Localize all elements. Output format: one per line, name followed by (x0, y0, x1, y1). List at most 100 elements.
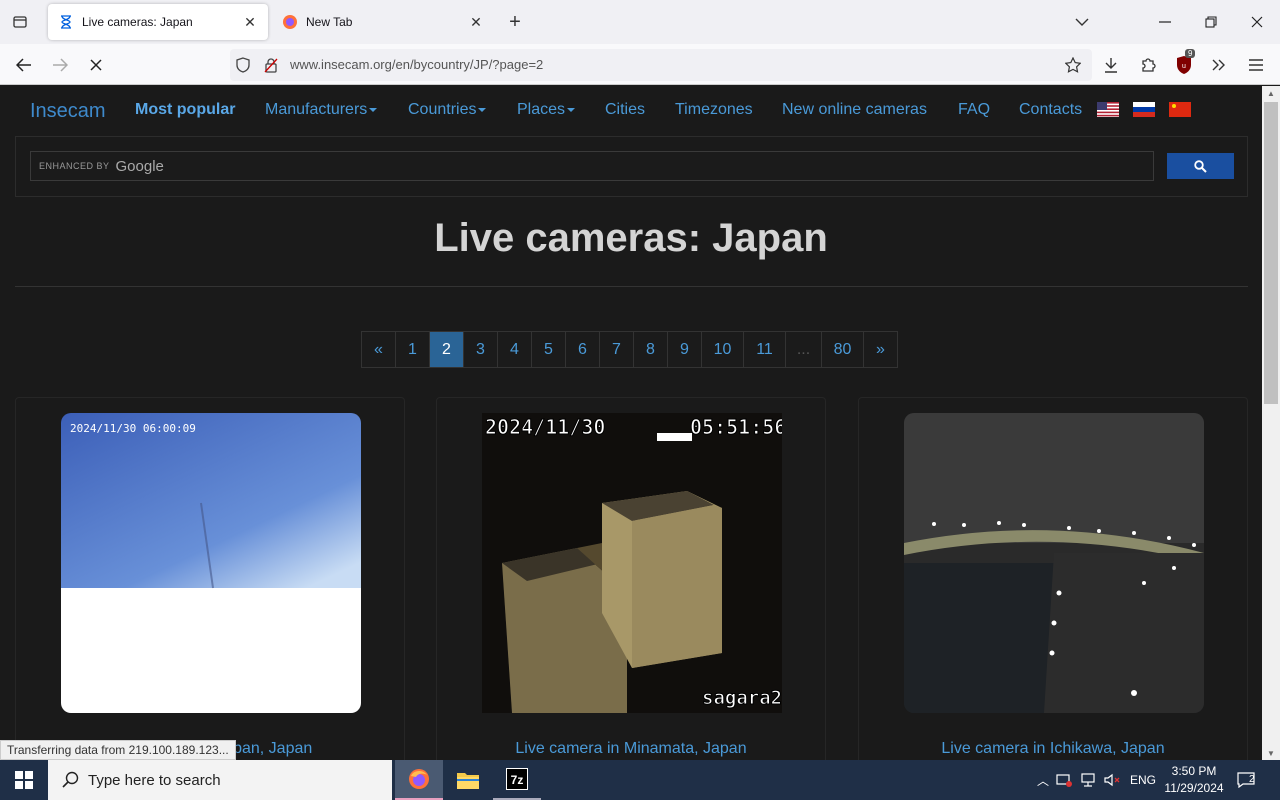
camera-thumbnail[interactable]: 2024/11/30 05:51:56 sagara2 (482, 413, 782, 713)
search-icon (1194, 159, 1207, 173)
back-arrow-icon[interactable] (10, 52, 38, 78)
taskbar-search-box[interactable]: Type here to search (48, 760, 392, 800)
divider (15, 286, 1248, 287)
close-tab-icon[interactable]: ✕ (468, 14, 484, 30)
page-5[interactable]: 5 (532, 331, 566, 368)
camera-thumbnail[interactable]: 2024/11/30 06:00:09 (61, 413, 361, 713)
firefox-icon (409, 769, 429, 789)
page-2-active[interactable]: 2 (430, 331, 464, 368)
windows-taskbar: Type here to search 7z ︿ ENG 3:50 PM 11/… (0, 760, 1280, 800)
restore-icon[interactable] (1197, 8, 1225, 36)
camera-card: Live camera in Ichikawa, Japan (858, 397, 1248, 760)
tab-new-tab[interactable]: New Tab ✕ (272, 4, 494, 40)
overflow-chevrons-icon[interactable] (1208, 54, 1230, 76)
close-tab-icon[interactable]: ✕ (242, 14, 258, 30)
scroll-down-arrow-icon[interactable]: ▼ (1262, 746, 1280, 760)
start-button[interactable] (0, 760, 48, 800)
page-title: Live cameras: Japan (434, 216, 828, 260)
url-text: www.insecam.org/en/bycountry/JP/?page=2 (290, 57, 544, 72)
camera-thumbnail[interactable] (904, 413, 1204, 713)
russia-flag-icon[interactable] (1133, 102, 1155, 117)
notification-count: 2 (1249, 774, 1255, 785)
page-11[interactable]: 11 (744, 331, 786, 368)
nav-manufacturers[interactable]: Manufacturers (265, 101, 378, 119)
firefox-icon (282, 14, 298, 30)
page-7[interactable]: 7 (600, 331, 634, 368)
page-80[interactable]: 80 (822, 331, 864, 368)
page-4[interactable]: 4 (498, 331, 532, 368)
enhanced-by-label: ENHANCED BY (39, 161, 110, 171)
downloads-icon[interactable] (1100, 54, 1122, 76)
close-window-icon[interactable] (1243, 8, 1271, 36)
nav-cities[interactable]: Cities (605, 101, 645, 119)
nav-new-online-cameras[interactable]: New online cameras (782, 101, 927, 119)
svg-text:u: u (1182, 63, 1186, 70)
scroll-up-arrow-icon[interactable]: ▲ (1262, 86, 1280, 100)
notification-center-icon[interactable]: 2 (1226, 772, 1266, 788)
taskbar-firefox[interactable] (395, 760, 443, 800)
taskbar-7zip[interactable]: 7z (493, 760, 541, 800)
insecure-lock-icon[interactable] (262, 56, 280, 74)
extensions-puzzle-icon[interactable] (1137, 54, 1159, 76)
clock-time: 3:50 PM (1171, 764, 1217, 778)
forward-arrow-icon[interactable] (46, 52, 74, 78)
search-button[interactable] (1167, 153, 1234, 179)
tab-title: Live cameras: Japan (82, 15, 193, 29)
page-6[interactable]: 6 (566, 331, 600, 368)
url-bar[interactable]: www.insecam.org/en/bycountry/JP/?page=2 (230, 49, 1092, 81)
nav-timezones[interactable]: Timezones (675, 101, 753, 119)
hamburger-menu-icon[interactable] (1245, 54, 1267, 76)
taskbar-clock[interactable]: 3:50 PM 11/29/2024 (1162, 763, 1226, 797)
extension-badge: 9 (1185, 49, 1196, 58)
caret-down-icon (567, 107, 576, 112)
search-panel: ENHANCED BY Google (15, 136, 1248, 197)
7zip-icon: 7z (506, 768, 528, 790)
tracking-shield-icon[interactable] (234, 56, 252, 74)
network-security-icon[interactable] (1052, 773, 1076, 787)
volume-muted-icon[interactable] (1100, 773, 1124, 787)
camera-time-overlay: 05:51:56 (689, 415, 782, 440)
google-search-input[interactable]: ENHANCED BY Google (30, 151, 1154, 181)
caret-down-icon (369, 107, 378, 112)
camera-link[interactable]: Live camera in Ichikawa, Japan (859, 740, 1247, 758)
camera-card: 2024/11/30 05:51:56 sagara2 Live camera … (436, 397, 826, 760)
network-icon[interactable] (1076, 773, 1100, 787)
browser-tab-bar: Live cameras: Japan ✕ New Tab ✕ + (0, 0, 1280, 44)
page-9[interactable]: 9 (668, 331, 702, 368)
us-flag-icon[interactable] (1097, 102, 1119, 117)
new-tab-plus-icon[interactable]: + (503, 10, 527, 34)
browser-nav-bar: www.insecam.org/en/bycountry/JP/?page=2 … (0, 44, 1280, 85)
page-scrollbar[interactable]: ▲ ▼ (1262, 86, 1280, 760)
site-brand[interactable]: Insecam (30, 100, 106, 123)
ublock-shield-icon[interactable]: u 9 (1173, 49, 1196, 76)
page-next[interactable]: » (864, 331, 898, 368)
stop-loading-icon[interactable] (82, 52, 110, 78)
page-10[interactable]: 10 (702, 331, 744, 368)
nav-countries[interactable]: Countries (408, 101, 487, 119)
nav-most-popular[interactable]: Most popular (135, 101, 235, 119)
bookmark-star-icon[interactable] (1064, 56, 1082, 74)
page-1[interactable]: 1 (396, 331, 430, 368)
scrollbar-thumb[interactable] (1264, 102, 1278, 404)
camera-watermark: sagara2 (701, 687, 782, 710)
folder-icon (457, 773, 479, 789)
nav-contacts[interactable]: Contacts (1019, 101, 1082, 119)
nav-faq[interactable]: FAQ (958, 101, 990, 119)
site-navbar: Insecam Most popular Manufacturers Count… (0, 86, 1262, 136)
tab-overflow-chevron-icon[interactable] (1068, 8, 1096, 36)
tab-list-icon[interactable] (8, 10, 32, 34)
language-indicator[interactable]: ENG (1124, 773, 1162, 787)
taskbar-search-placeholder: Type here to search (88, 771, 221, 789)
minimize-icon[interactable] (1151, 8, 1179, 36)
camera-link[interactable]: Live camera in Minamata, Japan (437, 740, 825, 758)
page-prev[interactable]: « (361, 331, 396, 368)
browser-status-bar: Transferring data from 219.100.189.123..… (0, 740, 236, 760)
page-3[interactable]: 3 (464, 331, 498, 368)
taskbar-file-explorer[interactable] (444, 760, 492, 800)
nav-places[interactable]: Places (517, 101, 576, 119)
show-hidden-icons-chevron-icon[interactable]: ︿ (1034, 772, 1052, 789)
tab-live-cameras[interactable]: Live cameras: Japan ✕ (48, 4, 268, 40)
page-8[interactable]: 8 (634, 331, 668, 368)
loading-hourglass-icon (58, 14, 74, 30)
china-flag-icon[interactable] (1169, 102, 1191, 117)
